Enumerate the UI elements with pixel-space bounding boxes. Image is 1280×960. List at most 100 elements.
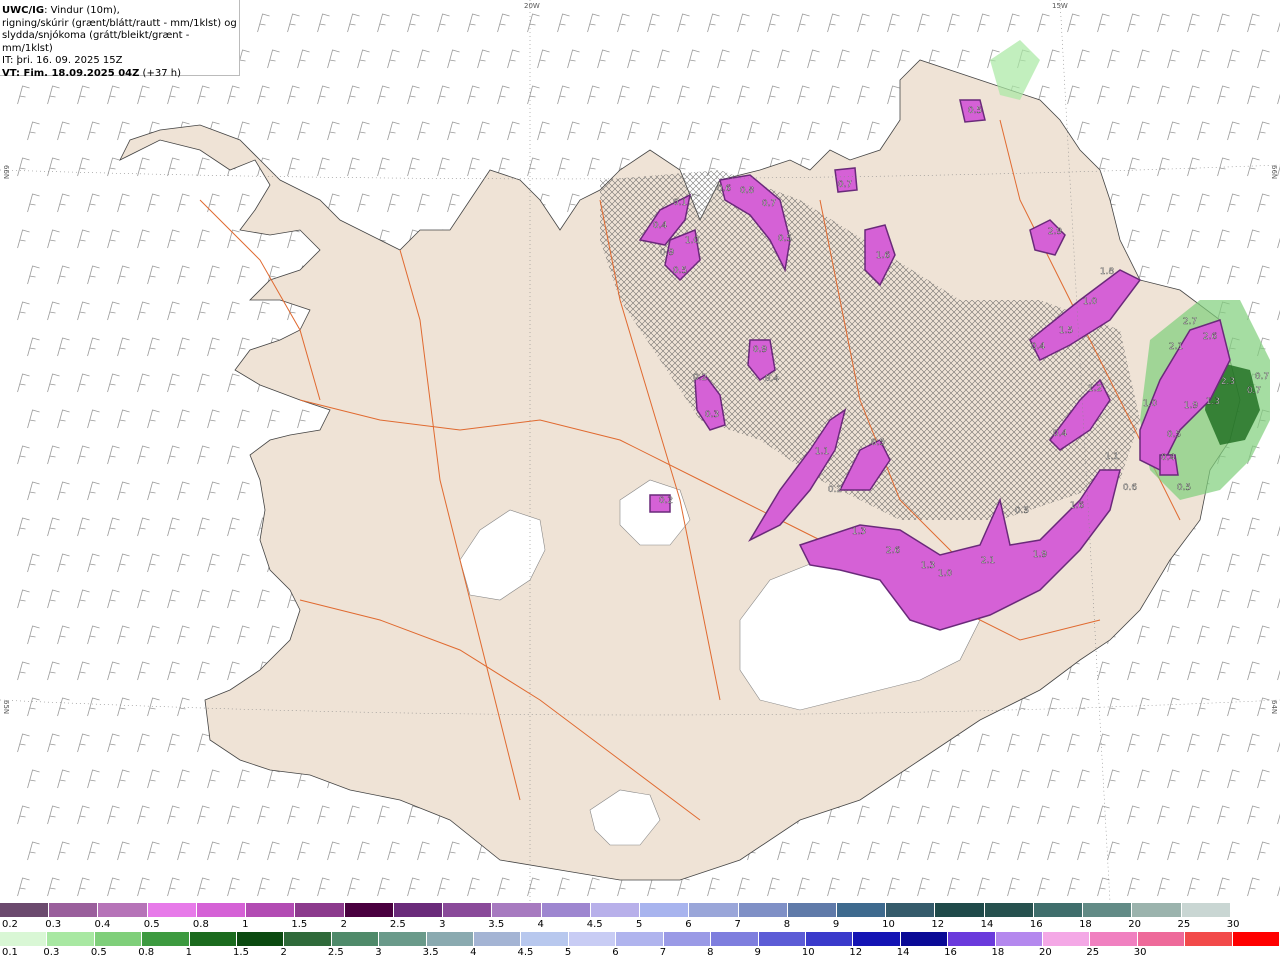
precip-value: 0.7 — [838, 180, 852, 190]
wind-barb — [1047, 769, 1060, 789]
wind-barb — [1187, 229, 1200, 249]
rain-legend-swatch — [900, 932, 949, 946]
rain-legend-label: 6 — [612, 947, 619, 958]
precip-value: 0.3 — [705, 410, 719, 420]
precip-value: 1.8 — [1100, 267, 1115, 277]
wind-barb — [317, 157, 330, 177]
map-info-box: UWC/IG: Vindur (10m), rigning/skúrir (gr… — [0, 0, 240, 79]
wind-barb — [87, 841, 100, 861]
snow-legend-label: 0.4 — [94, 919, 111, 930]
rain-legend-swatch — [521, 932, 569, 946]
wind-barb — [827, 877, 840, 897]
wind-barb — [497, 13, 510, 33]
wind-barb — [1187, 589, 1200, 609]
wind-barb — [167, 373, 180, 393]
wind-barb — [627, 121, 640, 141]
snow-legend-label: 8 — [783, 919, 791, 930]
wind-barb — [377, 877, 390, 897]
wind-barb — [147, 625, 160, 645]
wind-barb — [207, 769, 220, 789]
wind-barb — [117, 193, 130, 213]
wind-barb — [407, 877, 420, 897]
weather-map[interactable]: 0.5 0.1 0.4 1.0 0.9 0.5 0.6 0.8 0.7 0.5 0.7 1.6 2.9 1… — [0, 0, 1280, 903]
wind-barb — [1077, 697, 1090, 717]
wind-barb — [117, 265, 130, 285]
snow-legend-swatch — [344, 903, 394, 917]
wind-barb — [707, 13, 720, 33]
wind-barb — [1217, 157, 1230, 177]
wind-barb — [1107, 49, 1120, 69]
wind-barb — [1167, 625, 1180, 645]
wind-barb — [1067, 13, 1080, 33]
precip-value: 1.3 — [921, 561, 935, 571]
wind-barb — [507, 49, 520, 69]
wind-barb — [857, 85, 870, 105]
wind-barb — [1197, 841, 1210, 861]
wind-barb — [927, 841, 940, 861]
wind-barb — [137, 733, 150, 753]
wind-barb — [807, 121, 820, 141]
wind-barb — [1257, 121, 1270, 141]
rain-legend-swatch — [142, 932, 190, 946]
wind-barb — [327, 841, 340, 861]
wind-barb — [167, 733, 180, 753]
wind-barb — [1187, 805, 1200, 825]
rain-legend-bar — [0, 932, 1280, 946]
precip-value: 1.6 — [876, 251, 891, 261]
wind-barb — [1227, 769, 1240, 789]
wind-barb — [27, 769, 40, 789]
wind-barb — [1067, 733, 1080, 753]
snow-legend-swatch — [295, 903, 345, 917]
wind-barb — [897, 49, 910, 69]
precip-value: 0.5 — [673, 266, 687, 276]
rain-legend-label: 3.5 — [422, 947, 439, 958]
wind-barb — [1007, 733, 1020, 753]
wind-barb — [1077, 121, 1090, 141]
rain-legend-label: 25 — [1086, 947, 1100, 958]
wind-barb — [947, 805, 960, 825]
snow-legend-label: 12 — [931, 919, 945, 930]
rain-legend-label: 8 — [707, 947, 714, 958]
wind-barb — [207, 841, 220, 861]
init-time: IT: þri. 16. 09. 2025 15Z — [2, 55, 123, 67]
wind-barb — [1127, 157, 1140, 177]
wind-barb — [827, 13, 840, 33]
wind-barb — [57, 337, 70, 357]
rain-legend-swatch — [758, 932, 806, 946]
wind-barb — [1107, 841, 1120, 861]
wind-barb — [47, 445, 60, 465]
wind-barb — [47, 589, 60, 609]
snow-legend-swatch — [49, 903, 99, 917]
snow-legend-label: 0.8 — [192, 919, 209, 930]
wind-barb — [57, 769, 70, 789]
title-line-3: slydda/snjókoma (grátt/bleikt/grænt - mm… — [2, 30, 190, 54]
wind-barb — [1257, 553, 1270, 573]
wind-barb — [527, 877, 540, 897]
wind-barb — [1067, 85, 1080, 105]
wind-barb — [237, 553, 250, 573]
precip-value: 1.2 — [1088, 384, 1102, 394]
rain-legend-swatch — [805, 932, 854, 946]
wind-barb — [647, 877, 660, 897]
wind-barb — [1037, 805, 1050, 825]
snow-legend-swatch — [147, 903, 197, 917]
wind-barb — [1197, 697, 1210, 717]
wind-barb — [1017, 769, 1030, 789]
model-name: UWC/IG — [2, 5, 45, 16]
wind-barb — [1097, 877, 1110, 897]
wind-barb — [17, 877, 30, 897]
wind-barb — [797, 85, 810, 105]
wind-barb — [107, 85, 120, 105]
wind-barb — [137, 229, 150, 249]
wind-barb — [1247, 517, 1260, 537]
wind-barb — [227, 445, 240, 465]
wind-barb — [927, 769, 940, 789]
wind-barb — [207, 625, 220, 645]
wind-barb — [17, 733, 30, 753]
wind-barb — [107, 517, 120, 537]
wind-barb — [57, 481, 70, 501]
wind-barb — [1257, 49, 1270, 69]
wind-barb — [987, 841, 1000, 861]
wind-barb — [57, 121, 70, 141]
snow-legend-label: 0.2 — [2, 919, 18, 930]
